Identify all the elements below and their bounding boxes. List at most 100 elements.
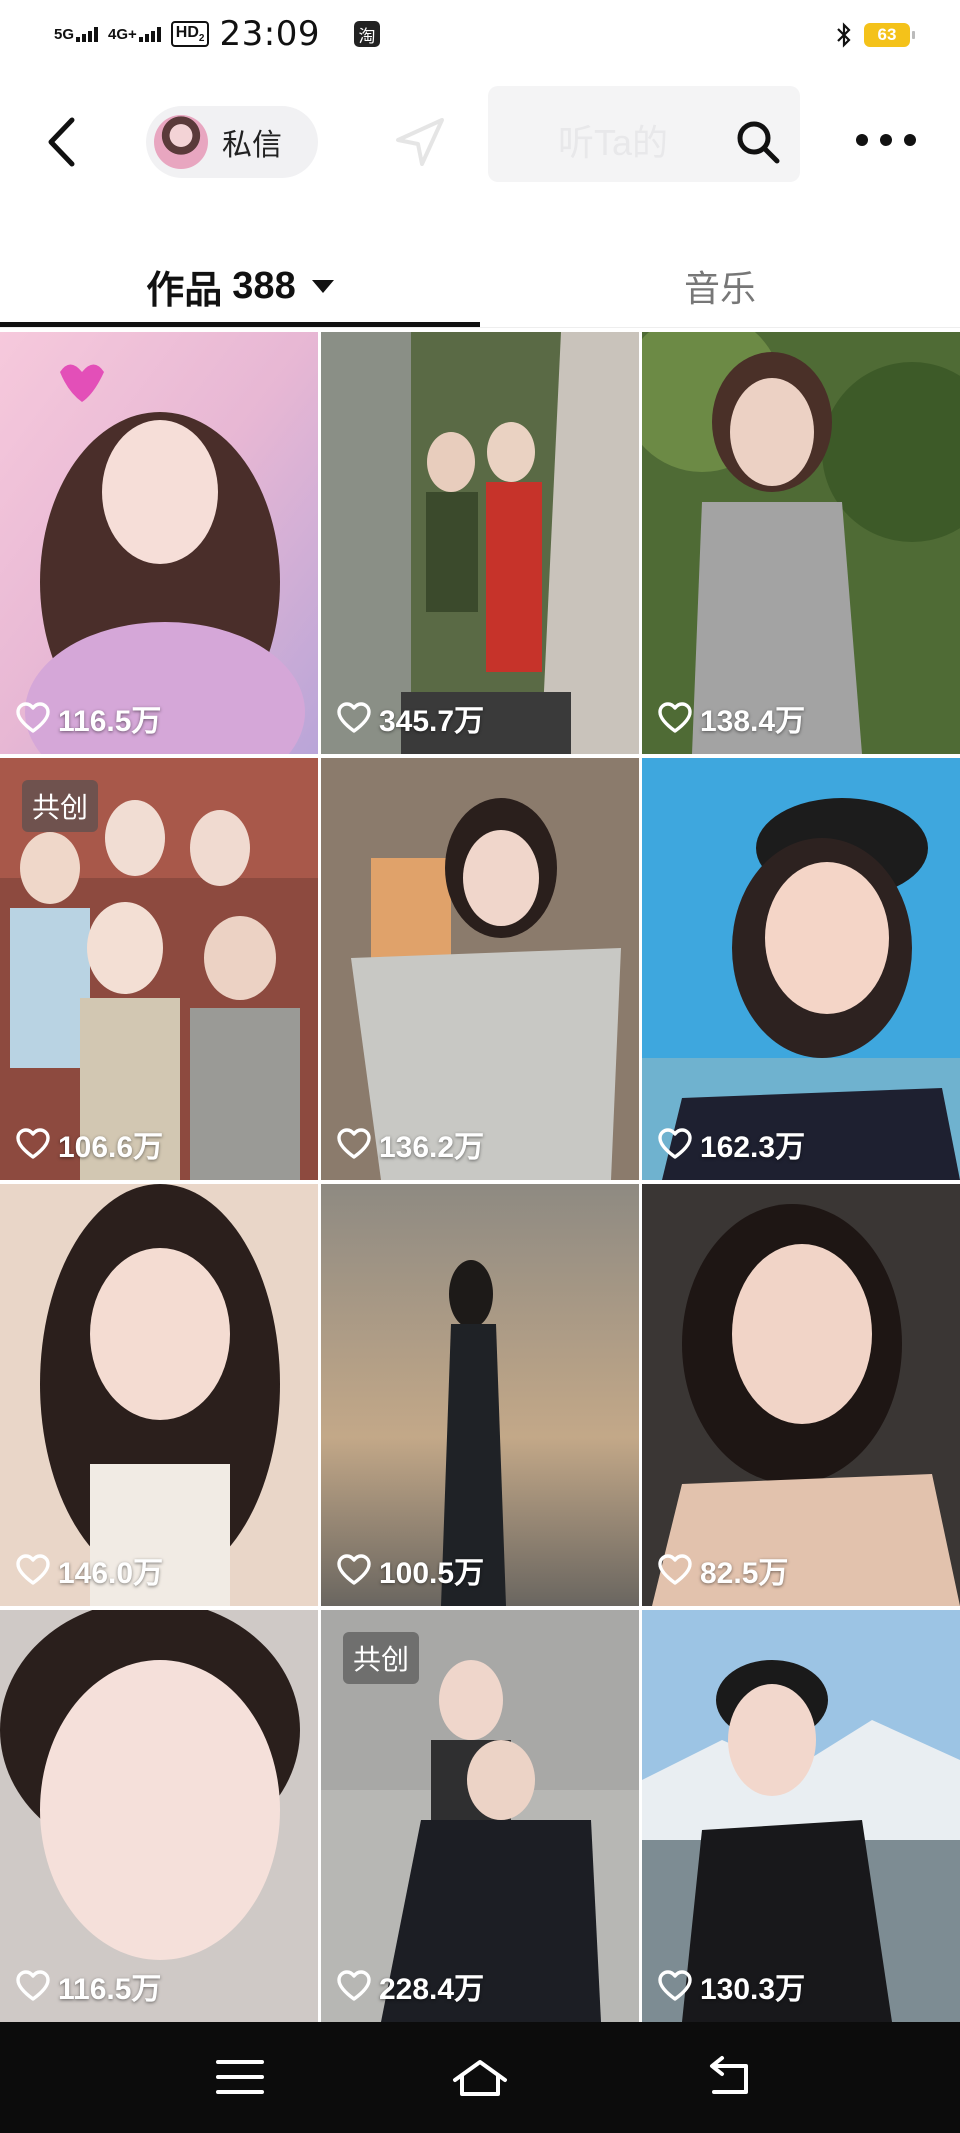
- likes-counter: 106.6万: [16, 1122, 163, 1166]
- likes-counter: 136.2万: [337, 1122, 484, 1166]
- heart-outline-icon: [16, 1128, 50, 1159]
- home-icon[interactable]: [450, 2052, 510, 2102]
- menu-icon[interactable]: [210, 2052, 270, 2102]
- more-dot-icon: [856, 134, 868, 146]
- video-tile[interactable]: 82.5万: [642, 1184, 960, 1606]
- heart-outline-icon: [337, 1128, 371, 1159]
- status-bar: 5G 4G+ HD2 23:09 淘 63: [0, 0, 960, 70]
- hd-badge: HD2: [170, 20, 210, 48]
- video-tile[interactable]: 136.2万: [321, 758, 639, 1180]
- co-create-badge: 共创: [22, 780, 99, 832]
- like-count: 228.4万: [379, 1973, 485, 2006]
- signal-bars-icon: [76, 26, 99, 42]
- heart-outline-icon: [16, 702, 50, 733]
- video-tile[interactable]: 116.5万: [0, 1610, 318, 2022]
- signal-4g: 4G+: [108, 26, 161, 42]
- direct-message-button[interactable]: 私信: [146, 106, 318, 178]
- video-thumbnail: [0, 1610, 318, 2022]
- likes-counter: 345.7万: [337, 696, 484, 740]
- heart-outline-icon: [658, 1128, 692, 1159]
- like-count: 130.3万: [700, 1973, 806, 2006]
- profile-tabs: 作品 388 音乐: [0, 240, 960, 332]
- search-icon[interactable]: [734, 118, 782, 166]
- like-count: 136.2万: [379, 1131, 485, 1164]
- like-count: 345.7万: [379, 705, 485, 738]
- heart-outline-icon: [658, 1970, 692, 2001]
- share-arrow-icon: [396, 118, 444, 166]
- more-dot-icon: [904, 134, 916, 146]
- video-thumbnail: [321, 758, 639, 1180]
- likes-counter: 116.5万: [16, 1964, 161, 2008]
- caret-down-icon[interactable]: [311, 279, 334, 293]
- hd-sub: 2: [198, 33, 205, 45]
- back-button[interactable]: [38, 112, 84, 172]
- like-count: 82.5万: [700, 1557, 789, 1590]
- like-count: 146.0万: [58, 1557, 164, 1590]
- likes-counter: 228.4万: [337, 1964, 484, 2008]
- tab-works-label: 作品: [146, 269, 223, 312]
- return-icon[interactable]: [700, 2052, 760, 2102]
- video-tile[interactable]: 100.5万: [321, 1184, 639, 1606]
- status-right: 63: [836, 22, 915, 48]
- like-count: 138.4万: [700, 705, 806, 738]
- video-tile[interactable]: 共创 106.6万: [0, 758, 318, 1180]
- like-count: 162.3万: [700, 1131, 806, 1164]
- heart-outline-icon: [658, 702, 692, 733]
- like-count: 116.5万: [58, 1973, 162, 2006]
- like-count: 116.5万: [58, 705, 162, 738]
- likes-counter: 162.3万: [658, 1122, 805, 1166]
- video-tile[interactable]: 138.4万: [642, 332, 960, 754]
- video-tile[interactable]: 345.7万: [321, 332, 639, 754]
- heart-outline-icon: [16, 1554, 50, 1585]
- tab-music-label: 音乐: [683, 268, 756, 309]
- signal-4g-label: 4G+: [108, 26, 137, 43]
- tab-works[interactable]: 作品 388: [0, 240, 480, 332]
- avatar: [154, 115, 208, 169]
- more-dot-icon: [880, 134, 892, 146]
- status-left: 5G 4G+ HD2 23:09 淘: [54, 14, 380, 54]
- video-tile[interactable]: 130.3万: [642, 1610, 960, 2022]
- co-create-badge: 共创: [343, 1632, 420, 1684]
- video-tile[interactable]: 146.0万: [0, 1184, 318, 1606]
- signal-bars-icon: [138, 26, 161, 42]
- like-count: 106.6万: [58, 1131, 164, 1164]
- video-tile[interactable]: 162.3万: [642, 758, 960, 1180]
- video-thumbnail: [0, 1184, 318, 1606]
- heart-outline-icon: [337, 1554, 371, 1585]
- like-count: 100.5万: [379, 1557, 485, 1590]
- video-thumbnail: [642, 1610, 960, 2022]
- video-thumbnail: [642, 1184, 960, 1606]
- divider: [0, 327, 960, 328]
- video-thumbnail: [642, 332, 960, 754]
- taobao-icon: 淘: [353, 21, 380, 47]
- signal-5g-label: 5G: [54, 26, 75, 43]
- tab-works-count: 388: [232, 264, 296, 307]
- likes-counter: 116.5万: [16, 696, 161, 740]
- signal-5g: 5G: [54, 26, 99, 43]
- video-grid: 116.5万 345.7万 138.4万 共创 106.6万 136.2万 16…: [0, 332, 960, 2022]
- likes-counter: 82.5万: [658, 1548, 788, 1592]
- video-thumbnail: [321, 1184, 639, 1606]
- heart-outline-icon: [337, 702, 371, 733]
- bluetooth-icon: [837, 22, 851, 48]
- heart-outline-icon: [337, 1970, 371, 2001]
- video-thumbnail: [642, 758, 960, 1180]
- clock: 23:09: [219, 14, 320, 54]
- likes-counter: 146.0万: [16, 1548, 163, 1592]
- video-tile[interactable]: 共创 228.4万: [321, 1610, 639, 2022]
- more-button[interactable]: [856, 134, 916, 150]
- search-ghost-text: 听Ta的: [558, 122, 669, 163]
- profile-top-nav: 私信 听Ta的: [0, 80, 960, 200]
- likes-counter: 138.4万: [658, 696, 805, 740]
- system-nav-bar: [0, 2022, 960, 2133]
- direct-message-label: 私信: [222, 129, 282, 162]
- heart-outline-icon: [658, 1554, 692, 1585]
- likes-counter: 100.5万: [337, 1548, 484, 1592]
- video-thumbnail: [321, 332, 639, 754]
- video-tile[interactable]: 116.5万: [0, 332, 318, 754]
- video-thumbnail: [0, 332, 318, 754]
- tab-music[interactable]: 音乐: [480, 240, 960, 332]
- likes-counter: 130.3万: [658, 1964, 805, 2008]
- hd-label: HD: [175, 23, 199, 41]
- heart-outline-icon: [16, 1970, 50, 2001]
